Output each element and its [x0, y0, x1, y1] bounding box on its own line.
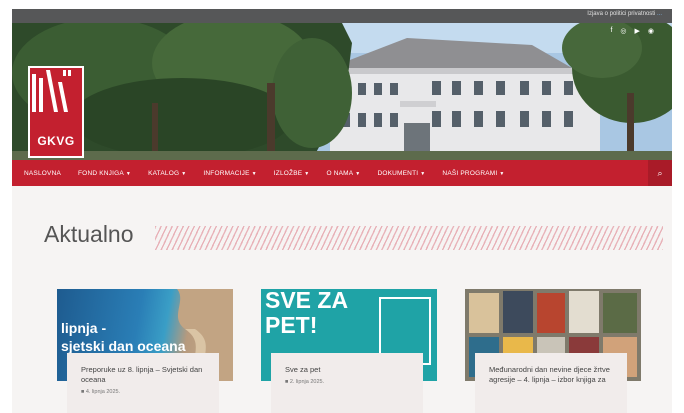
- nav-menu: NASLOVNA FOND KNJIGA ▼ KATALOG ▼ INFORMACI…: [24, 160, 505, 186]
- search-icon: ⌕: [657, 168, 663, 178]
- nav-item-dokumenti[interactable]: DOKUMENTI ▼: [377, 170, 425, 177]
- page-frame: Izjava o politici privatnosti ... f ◎ ▶ …: [12, 9, 672, 413]
- instagram-icon[interactable]: ◎: [620, 27, 626, 35]
- news-card-body: Međunarodni dan nevine djece žrtve agres…: [475, 353, 627, 413]
- hero-photo: [12, 23, 672, 160]
- news-card-title[interactable]: Međunarodni dan nevine djece žrtve agres…: [489, 365, 613, 385]
- nav-item-katalog[interactable]: KATALOG ▼: [148, 170, 186, 177]
- youtube-icon[interactable]: ▶: [635, 27, 640, 35]
- nav-item-label: IZLOŽBE: [273, 169, 303, 177]
- nav-item-label: INFORMACIJE: [203, 169, 250, 177]
- nav-item-nasi-programi[interactable]: NAŠI PROGRAMI ▼: [442, 170, 504, 177]
- section-title-decoration: [155, 226, 663, 250]
- news-card[interactable]: SVE ZA PET! Sve za pet ■ 2. lipnja 2025.: [261, 289, 437, 413]
- top-bar-link[interactable]: ...: [657, 11, 662, 17]
- news-card-body: Sve za pet ■ 2. lipnja 2025.: [271, 353, 423, 413]
- logo-text: GKVG: [37, 134, 75, 148]
- top-bar: Izjava o politici privatnosti ...: [12, 9, 672, 23]
- logo-mark-icon: [32, 70, 71, 112]
- news-card-image-text: lipnja - sjetski dan oceana: [61, 320, 186, 354]
- nav-item-label: O NAMA: [326, 169, 354, 177]
- book-cover: [537, 293, 565, 333]
- caret-down-icon: ▼: [125, 170, 132, 177]
- nav-item-fond-knjiga[interactable]: FOND KNJIGA ▼: [78, 170, 131, 177]
- caret-down-icon: ▼: [251, 170, 257, 177]
- nav-item-label: DOKUMENTI: [377, 169, 419, 177]
- news-card-title[interactable]: Preporuke uz 8. lipnja – Svjetski dan oc…: [81, 365, 205, 385]
- caret-down-icon: ▼: [181, 170, 187, 177]
- top-bar-text[interactable]: Izjava o politici privatnosti ...: [587, 11, 662, 17]
- nav-item-label: NAŠI PROGRAMI: [442, 169, 498, 177]
- caret-down-icon: ▼: [499, 170, 505, 177]
- social-icons: f ◎ ▶ ◉: [610, 27, 654, 35]
- nav-item-informacije[interactable]: INFORMACIJE ▼: [203, 170, 256, 177]
- nav-item-izlozbe[interactable]: IZLOŽBE ▼: [274, 170, 310, 177]
- rss-icon[interactable]: ◉: [648, 27, 654, 35]
- news-card[interactable]: lipnja - sjetski dan oceana Preporuke uz…: [57, 289, 233, 413]
- nav-item-label: KATALOG: [148, 169, 180, 177]
- search-button[interactable]: ⌕: [648, 160, 672, 186]
- hero-banner: f ◎ ▶ ◉ GKVG: [12, 23, 672, 160]
- caret-down-icon: ▼: [304, 170, 310, 177]
- nav-item-naslovna[interactable]: NASLOVNA: [24, 170, 61, 177]
- book-cover: [469, 293, 499, 333]
- library-logo[interactable]: GKVG: [28, 66, 84, 158]
- nav-item-label: NASLOVNA: [24, 169, 62, 177]
- news-card-date: ■ 2. lipnja 2025.: [285, 379, 325, 385]
- news-card-date: ■ 4. lipnja 2025.: [81, 389, 121, 395]
- book-cover: [569, 291, 599, 333]
- nav-item-label: FOND KNJIGA: [78, 169, 124, 177]
- nav-item-o-nama[interactable]: O NAMA ▼: [326, 170, 360, 177]
- facebook-icon[interactable]: f: [610, 27, 612, 35]
- news-card[interactable]: Međunarodni dan nevine djece žrtve agres…: [465, 289, 641, 413]
- news-card-title[interactable]: Sve za pet: [285, 365, 409, 375]
- book-cover: [603, 293, 637, 333]
- main-navigation: NASLOVNA FOND KNJIGA ▼ KATALOG ▼ INFORMACI…: [12, 160, 672, 186]
- section-title: Aktualno: [44, 221, 134, 247]
- caret-down-icon: ▼: [420, 170, 426, 177]
- caret-down-icon: ▼: [355, 170, 361, 177]
- privacy-link[interactable]: Izjava o politici privatnosti: [587, 11, 655, 17]
- book-cover: [503, 291, 533, 333]
- news-card-image-text: SVE ZA PET!: [265, 289, 349, 338]
- news-card-body: Preporuke uz 8. lipnja – Svjetski dan oc…: [67, 353, 219, 413]
